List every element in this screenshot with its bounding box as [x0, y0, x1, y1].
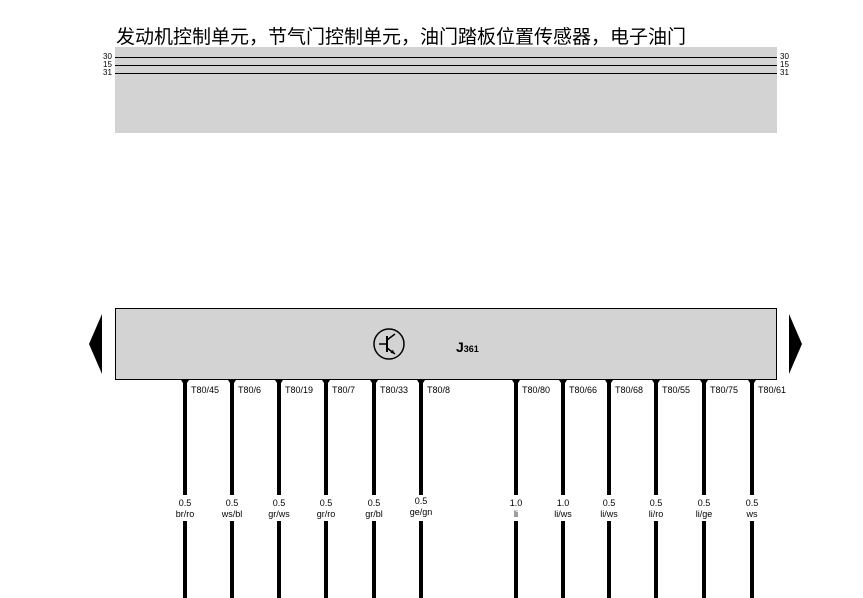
wire-segment: [277, 380, 281, 495]
wire-segment: [561, 521, 565, 598]
wire-segment: [561, 380, 565, 495]
wire-spec: 1.0 li/ws: [543, 498, 583, 520]
wire-segment: [750, 521, 754, 598]
transistor-icon: [373, 328, 405, 360]
wire-spec: 0.5 li/ws: [589, 498, 629, 520]
wire-spec: 0.5 ge/gn: [401, 496, 441, 518]
rail-line-2: [115, 73, 777, 74]
rail-line-0: [115, 57, 777, 58]
wire-spec: 1.0 li: [496, 498, 536, 520]
wire-color-code: ws/bl: [221, 509, 243, 519]
pin-arrow-icon: [559, 380, 567, 386]
wire-spec: 0.5 gr/ro: [306, 498, 346, 520]
rail-label-right: 31: [780, 68, 789, 77]
module-designation: J361: [456, 339, 479, 355]
wire-color-code: li/ro: [648, 509, 664, 519]
wire-spec: 0.5 gr/ws: [259, 498, 299, 520]
wire-color-code: li: [514, 509, 518, 519]
wire-spec: 0.5 li/ge: [684, 498, 724, 520]
wire-segment: [324, 521, 328, 598]
pin-arrow-icon: [417, 380, 425, 386]
pin-arrow-icon: [228, 380, 236, 386]
wire-segment: [654, 380, 658, 495]
rail-label-left: 31: [103, 68, 112, 77]
wire-segment: [324, 380, 328, 495]
wire-segment: [419, 380, 423, 495]
pin-label: T80/33: [380, 385, 409, 395]
previous-page-arrow[interactable]: [89, 314, 102, 374]
wire-segment: [514, 521, 518, 598]
wire-color-code: gr/bl: [365, 509, 383, 519]
wire-segment: [654, 521, 658, 598]
wire-size: 0.5: [319, 498, 333, 508]
wire-size: 1.0: [556, 498, 570, 508]
wire-size: 1.0: [509, 498, 523, 508]
wire-size: 0.5: [414, 496, 428, 506]
pin-arrow-icon: [605, 380, 613, 386]
wire-size: 0.5: [367, 498, 381, 508]
wire-spec: 0.5 li/ro: [636, 498, 676, 520]
pin-label: T80/68: [615, 385, 644, 395]
wire-color-code: li/ws: [600, 509, 618, 519]
wire-size: 0.5: [225, 498, 239, 508]
pin-label: T80/66: [569, 385, 598, 395]
pin-label: T80/80: [522, 385, 551, 395]
pin-arrow-icon: [275, 380, 283, 386]
wire-spec: 0.5 ws: [732, 498, 772, 520]
pin-arrow-icon: [700, 380, 708, 386]
wire-spec: 0.5 ws/bl: [212, 498, 252, 520]
pin-arrow-icon: [370, 380, 378, 386]
wire-size: 0.5: [602, 498, 616, 508]
wire-color-code: li/ge: [695, 509, 713, 519]
pin-label: T80/55: [662, 385, 691, 395]
wire-size: 0.5: [649, 498, 663, 508]
wire-segment: [277, 521, 281, 598]
pin-arrow-icon: [748, 380, 756, 386]
wire-color-code: li/ws: [554, 509, 572, 519]
pin-label: T80/8: [427, 385, 451, 395]
wire-color-code: ws: [746, 509, 758, 519]
wire-segment: [230, 521, 234, 598]
pin-label: T80/75: [710, 385, 739, 395]
rail-line-1: [115, 65, 777, 66]
wire-segment: [607, 521, 611, 598]
wire-color-code: gr/ro: [316, 509, 336, 519]
power-rail-area: [115, 47, 777, 133]
wire-segment: [607, 380, 611, 495]
next-page-arrow[interactable]: [789, 314, 802, 374]
wire-segment: [702, 380, 706, 495]
wire-spec: 0.5 br/ro: [165, 498, 205, 520]
pin-label: T80/61: [758, 385, 787, 395]
wire-size: 0.5: [272, 498, 286, 508]
wire-size: 0.5: [697, 498, 711, 508]
wire-segment: [183, 521, 187, 598]
pin-arrow-icon: [322, 380, 330, 386]
wire-segment: [419, 521, 423, 598]
pin-label: T80/7: [332, 385, 356, 395]
wire-segment: [230, 380, 234, 495]
wire-segment: [750, 380, 754, 495]
wire-segment: [702, 521, 706, 598]
wire-color-code: gr/ws: [268, 509, 290, 519]
wire-segment: [183, 380, 187, 495]
pin-label: T80/6: [238, 385, 262, 395]
wire-segment: [372, 380, 376, 495]
wire-size: 0.5: [178, 498, 192, 508]
wire-segment: [372, 521, 376, 598]
pin-label: T80/45: [191, 385, 220, 395]
pin-arrow-icon: [652, 380, 660, 386]
wire-color-code: br/ro: [175, 509, 195, 519]
control-unit-j361: [115, 308, 777, 380]
pin-arrow-icon: [512, 380, 520, 386]
pin-label: T80/19: [285, 385, 314, 395]
wire-size: 0.5: [745, 498, 759, 508]
wire-color-code: ge/gn: [409, 507, 433, 517]
pin-arrow-icon: [181, 380, 189, 386]
page-title: 发动机控制单元，节气门控制单元，油门踏板位置传感器，电子油门: [116, 26, 687, 48]
wire-segment: [514, 380, 518, 495]
wire-spec: 0.5 gr/bl: [354, 498, 394, 520]
